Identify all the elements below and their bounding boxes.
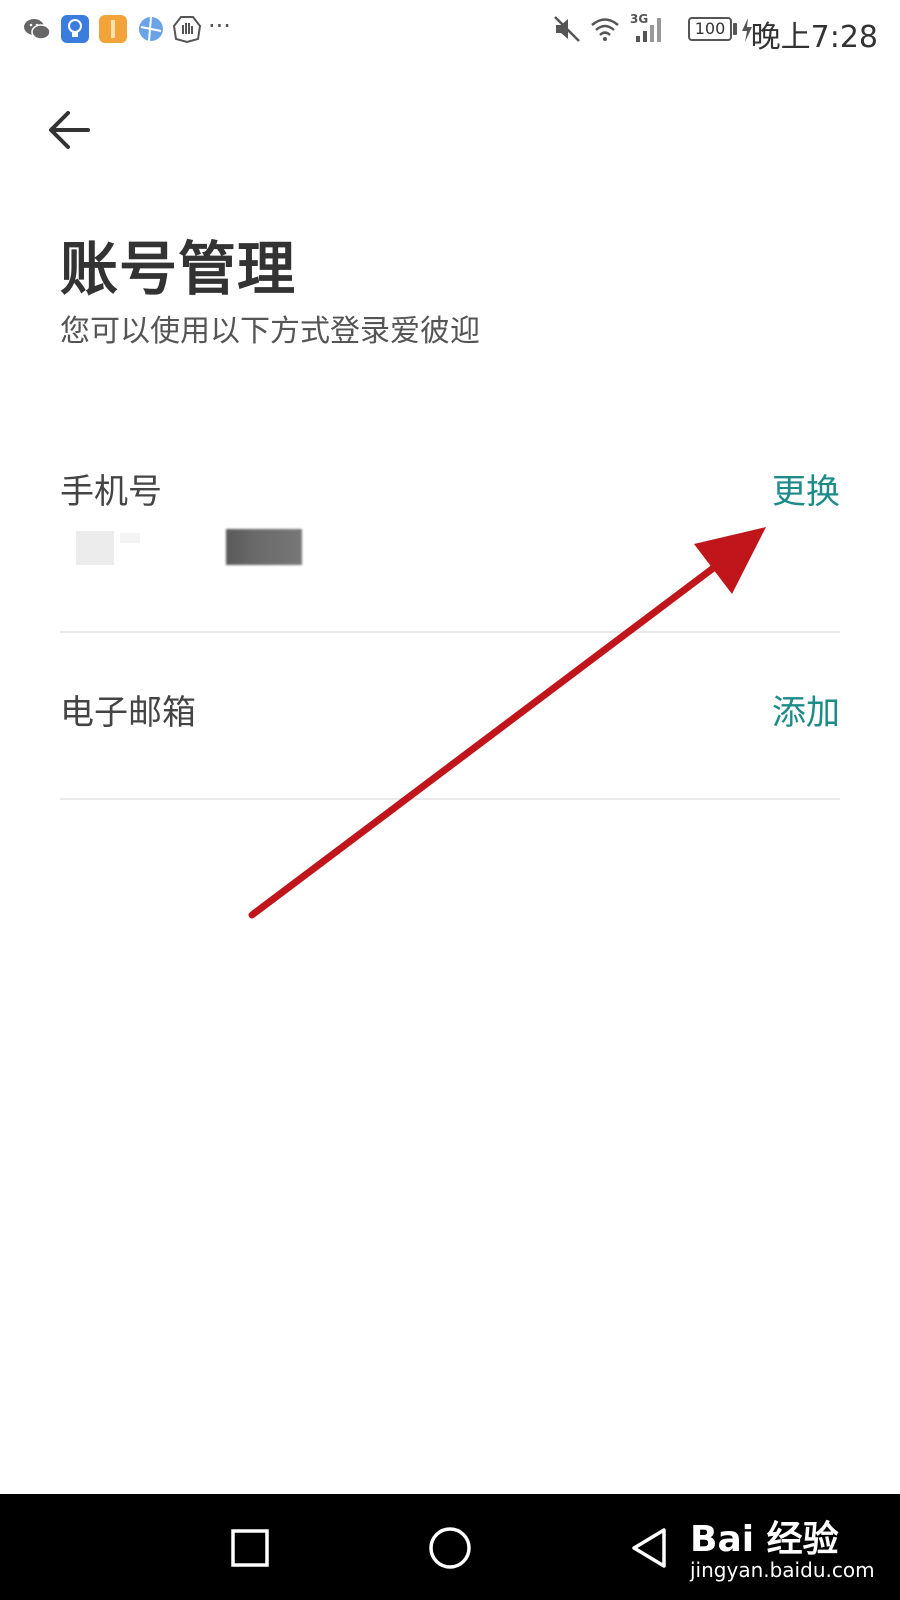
recents-square-icon[interactable] <box>220 1518 280 1578</box>
change-phone-button[interactable]: 更换 <box>772 464 840 513</box>
wifi-icon <box>591 18 619 41</box>
signal-icon <box>636 18 661 42</box>
arrow-left-icon <box>49 111 90 149</box>
baidu-jingyan-watermark: Bai 经验 jingyan.baidu.com <box>690 1510 890 1590</box>
page-subtitle: 您可以使用以下方式登录爱彼迎 <box>60 314 480 349</box>
divider <box>60 631 840 633</box>
email-row: 电子邮箱 添加 <box>60 685 840 745</box>
back-triangle-icon[interactable] <box>620 1518 680 1578</box>
wechat-icon <box>24 19 51 40</box>
redaction-block <box>76 531 114 565</box>
orange-app-icon <box>99 15 127 43</box>
phone-row: 手机号 更换 <box>60 464 840 604</box>
lightbulb-app-icon <box>61 15 89 43</box>
back-button[interactable] <box>40 100 100 160</box>
phone-label: 手机号 <box>60 472 162 512</box>
phone-number-redacted <box>76 529 306 569</box>
divider <box>60 798 840 800</box>
add-email-button[interactable]: 添加 <box>772 685 840 734</box>
watermark-url: jingyan.baidu.com <box>690 1558 875 1582</box>
status-time: 晚上7:28 <box>750 20 878 55</box>
hand-stop-icon <box>172 16 202 44</box>
home-circle-icon[interactable] <box>420 1518 480 1578</box>
battery-icon: 100 <box>688 17 732 41</box>
more-notifications-indicator: ··· <box>208 12 231 40</box>
page-title: 账号管理 <box>60 235 297 303</box>
mute-icon <box>554 16 580 42</box>
browser-icon <box>139 16 163 42</box>
status-bar: ··· 3G 100 晚上7:28 <box>0 0 900 62</box>
watermark-brand: Bai 经验 <box>690 1519 839 1560</box>
battery-tip <box>733 23 737 35</box>
email-label: 电子邮箱 <box>60 693 196 733</box>
redaction-block <box>120 533 140 543</box>
redaction-block <box>226 529 302 565</box>
